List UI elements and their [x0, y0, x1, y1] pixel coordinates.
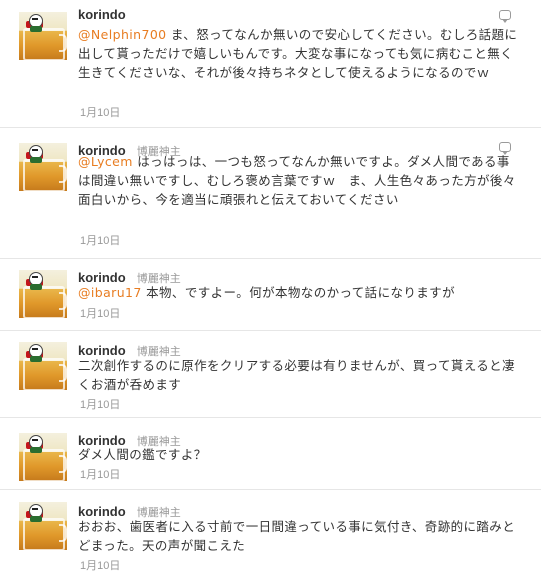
reply-icon[interactable] [499, 142, 511, 155]
avatar[interactable] [19, 12, 67, 60]
avatar[interactable] [19, 433, 67, 481]
reply-icon[interactable] [499, 10, 511, 23]
tweet-body: おおお、歯医者に入る寸前で一日間違っている事に気付き、奇跡的に踏みとどまった。天… [78, 519, 516, 553]
timestamp[interactable]: 1月10日 [80, 232, 120, 248]
username[interactable]: korindo [78, 7, 126, 22]
timestamp[interactable]: 1月10日 [80, 305, 120, 321]
avatar[interactable] [19, 270, 67, 318]
tweet-text: @ibaru17 本物、ですよー。何が本物なのかって話になりますが [78, 283, 518, 302]
timestamp[interactable]: 1月10日 [80, 557, 120, 573]
timestamp[interactable]: 1月10日 [80, 396, 120, 412]
avatar[interactable] [19, 143, 67, 191]
mention-link[interactable]: @ibaru17 [78, 285, 142, 300]
tweet-text: おおお、歯医者に入る寸前で一日間違っている事に気付き、奇跡的に踏みとどまった。天… [78, 517, 518, 555]
tweet-text: 二次創作するのに原作をクリアする必要は有りませんが、買って貰えると凄くお酒が呑め… [78, 356, 518, 394]
tweet-item: korindo 博麗神主 二次創作するのに原作をクリアする必要は有りませんが、買… [0, 331, 541, 418]
mention-link[interactable]: @Nelphin700 [78, 27, 167, 42]
tweet-item: korindo 博麗神主 @ibaru17 本物、ですよー。何が本物なのかって話… [0, 259, 541, 331]
timestamp[interactable]: 1月10日 [80, 466, 120, 482]
timestamp[interactable]: 1月10日 [80, 104, 120, 120]
avatar[interactable] [19, 342, 67, 390]
tweet-item: korindo 博麗神主 @Lycem はっはっは、一つも怒ってなんか無いですよ… [0, 128, 541, 259]
tweet-text: @Nelphin700 ま、怒ってなんか無いので安心してください。むしろ話題に出… [78, 25, 518, 82]
tweet-body: 本物、ですよー。何が本物なのかって話になりますが [141, 285, 455, 300]
tweet-item: korindo 博麗神主 おおお、歯医者に入る寸前で一日間違っている事に気付き、… [0, 490, 541, 585]
tweet-item: korindo 博麗神主 ダメ人間の鑑ですよ？ 1月10日 [0, 418, 541, 490]
mention-link[interactable]: @Lycem [78, 154, 133, 169]
tweet-item: korindo @Nelphin700 ま、怒ってなんか無いので安心してください… [0, 0, 541, 128]
tweet-timeline: korindo @Nelphin700 ま、怒ってなんか無いので安心してください… [0, 0, 541, 585]
tweet-text: ダメ人間の鑑ですよ？ [78, 445, 518, 464]
tweet-body: 二次創作するのに原作をクリアする必要は有りませんが、買って貰えると凄くお酒が呑め… [78, 358, 515, 392]
tweet-body: はっはっは、一つも怒ってなんか無いですよ。ダメ人間である事は間違い無いですし、む… [78, 154, 516, 207]
avatar[interactable] [19, 502, 67, 550]
tweet-body: ダメ人間の鑑ですよ？ [78, 447, 207, 462]
tweet-text: @Lycem はっはっは、一つも怒ってなんか無いですよ。ダメ人間である事は間違い… [78, 152, 518, 209]
